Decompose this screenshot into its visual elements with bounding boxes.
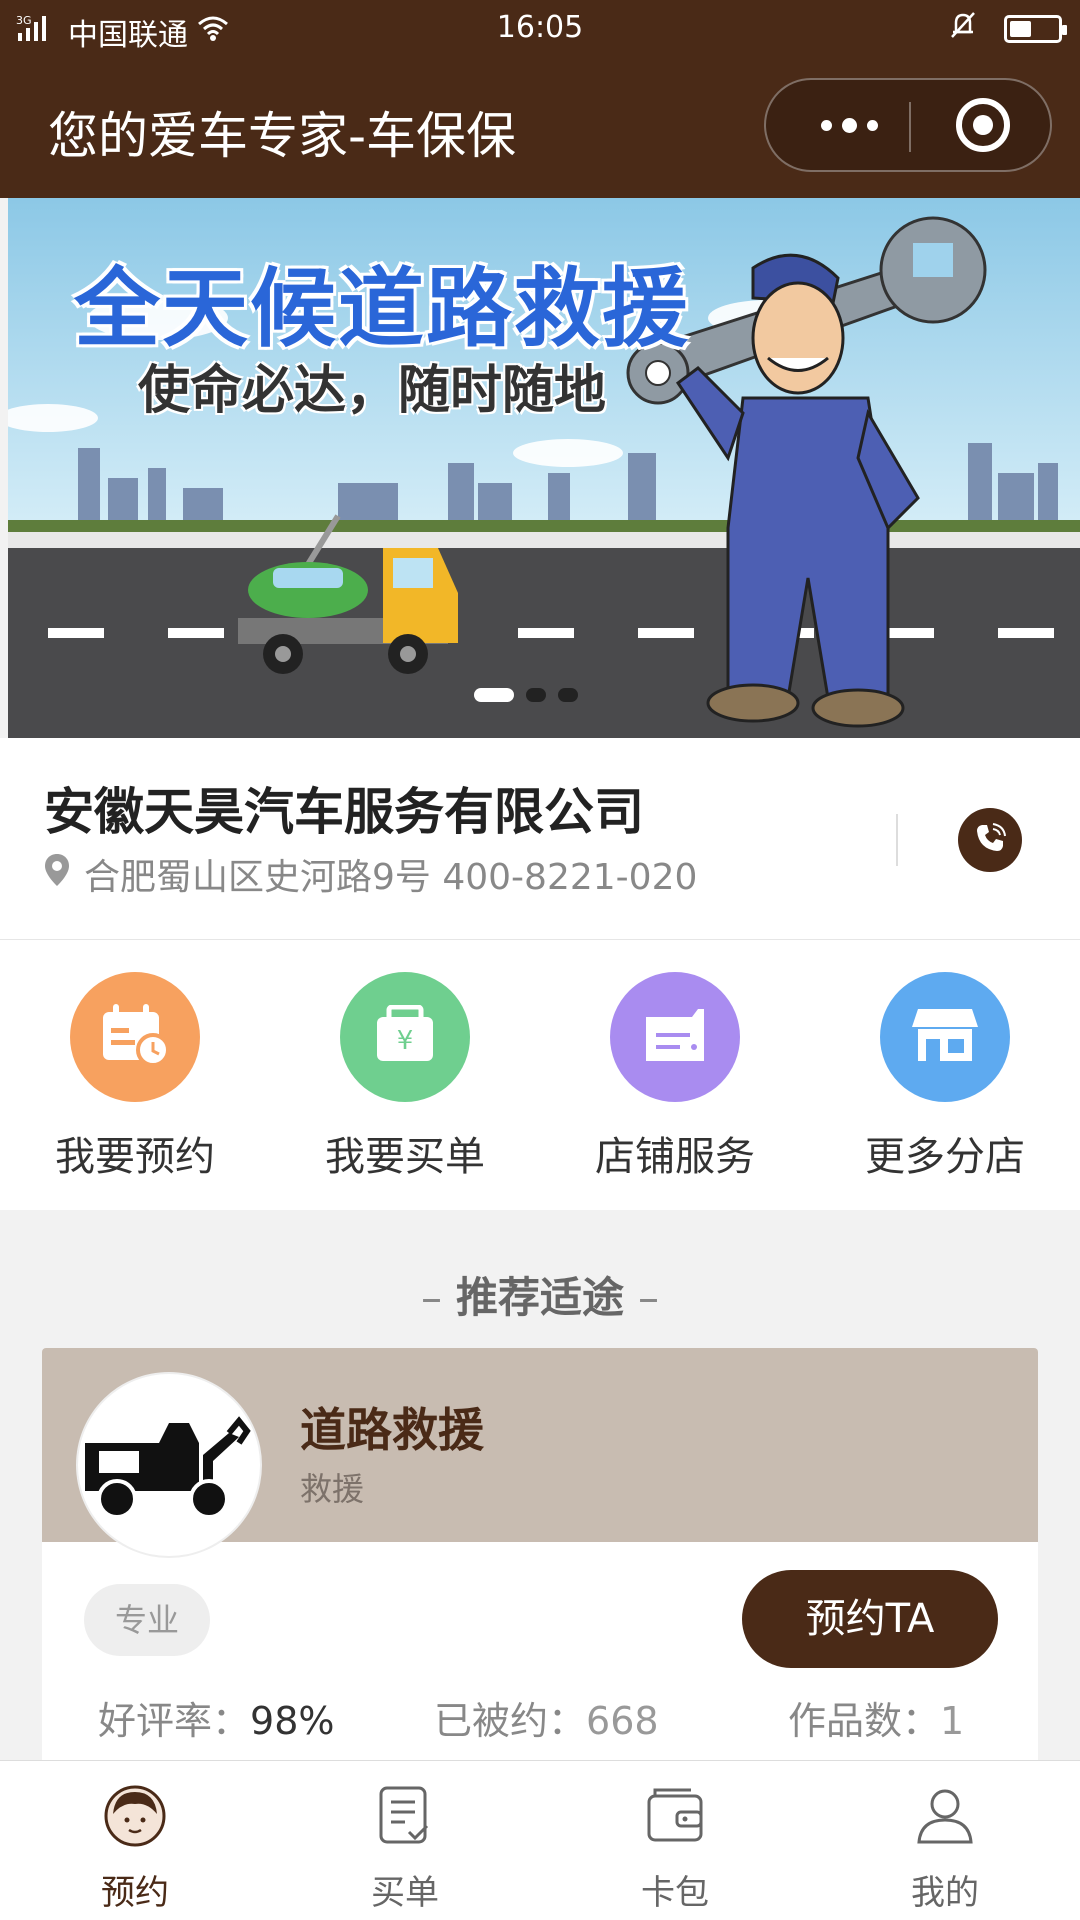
tab-wallet[interactable]: 卡包 [540,1781,810,1914]
service-stats: 好评率：98% 已被约：668 作品数：1 [42,1690,1038,1750]
banner-subline: 使命必达，随时随地 [138,361,607,421]
wallet-yuan-icon: ¥ [373,1004,437,1069]
menu-item-booking[interactable]: 我要预约 [0,972,270,1182]
storefront-icon [910,1005,980,1069]
quick-menu: 我要预约 ¥ 我要买单 店铺服务 更多分店 [0,940,1080,1210]
service-card-header: 道路救援 救援 [42,1348,1038,1556]
close-target-icon[interactable] [956,98,1010,152]
location-pin-icon [44,853,70,896]
store-name: 安徽天昊汽车服务有限公司 [44,783,644,841]
folder-card-icon [642,1007,708,1067]
more-dot-icon [866,119,878,131]
mini-program-capsule [764,78,1052,172]
carousel-dot[interactable] [558,688,578,702]
tab-label: 我的 [911,1873,979,1913]
menu-icon-circle [70,972,200,1102]
tab-pay[interactable]: 买单 [270,1781,540,1914]
carousel-indicator [474,688,578,702]
works-value: 1 [940,1699,965,1743]
service-avatar [78,1374,260,1556]
store-address-row[interactable]: 合肥蜀山区史河路9号 400-8221-020 [44,848,697,900]
title-dash: – [638,1273,659,1322]
menu-icon-circle: ¥ [340,972,470,1102]
more-dot-icon [841,117,857,133]
top-header: 3G 中国联通 16:05 您的爱车专家-车保保 [0,0,1080,198]
booked-stat: 已被约：668 [434,1690,659,1745]
tab-profile[interactable]: 我的 [810,1781,1080,1914]
menu-icon-circle [610,972,740,1102]
tow-truck-icon [79,1403,259,1527]
menu-item-services[interactable]: 店铺服务 [540,972,810,1182]
store-divider [896,814,898,866]
section-title: – 推荐适途 – [0,1264,1080,1325]
works-label: 作品数： [788,1699,941,1743]
menu-label: 店铺服务 [595,1134,755,1180]
menu-item-branches[interactable]: 更多分店 [810,972,1080,1182]
rating-label: 好评率： [98,1699,251,1743]
booked-label: 已被约： [434,1699,587,1743]
promo-banner[interactable]: 全天候道路救援 使命必达，随时随地 [8,198,1080,738]
menu-icon-circle [880,972,1010,1102]
book-button[interactable]: 预约TA [742,1570,998,1668]
tab-label: 买单 [371,1873,439,1913]
card-wallet-icon [640,1781,710,1851]
status-time: 16:05 [496,10,584,45]
more-dot-icon [820,119,832,131]
capsule-divider [909,102,911,152]
works-stat: 作品数：1 [788,1690,964,1745]
tab-booking[interactable]: 预约 [0,1781,270,1914]
avatar-icon [100,1781,170,1851]
phone-icon [973,821,1007,859]
battery-level [1010,21,1031,37]
menu-label: 我要预约 [55,1134,215,1180]
carousel-dot[interactable] [526,688,546,702]
mute-bell-icon [948,10,978,48]
tab-label: 卡包 [641,1873,709,1913]
banner-headline: 全天候道路救援 [74,259,690,359]
calendar-clock-icon [99,1002,171,1072]
bill-icon [370,1781,440,1851]
page-title: 您的爱车专家-车保保 [48,107,517,165]
more-menu-button[interactable] [794,80,904,170]
bottom-tab-bar: 预约 买单 卡包 我的 [0,1760,1080,1920]
service-card[interactable]: 道路救援 救援 专业 预约TA 好评率：98% 已被约：668 作品数：1 [42,1348,1038,1768]
rating-value: 98% [250,1699,335,1743]
carousel-dot[interactable] [474,688,514,702]
call-button[interactable] [958,808,1022,872]
rating-stat: 好评率：98% [98,1690,334,1745]
title-dash: – [420,1273,442,1322]
menu-label: 我要买单 [325,1134,485,1180]
battery-icon [1004,15,1067,43]
section-title-text: 推荐适途 [455,1273,624,1322]
tab-label: 预约 [101,1873,169,1913]
svg-text:¥: ¥ [397,1026,414,1056]
service-tag: 专业 [84,1584,210,1656]
store-address: 合肥蜀山区史河路9号 400-8221-020 [84,857,698,898]
status-bar: 3G 中国联通 16:05 [0,0,1080,60]
service-subtitle: 救援 [300,1470,365,1508]
booked-value: 668 [586,1699,659,1743]
menu-item-pay[interactable]: ¥ 我要买单 [270,972,540,1182]
service-title: 道路救援 [300,1403,484,1457]
user-icon [910,1781,980,1851]
store-info: 安徽天昊汽车服务有限公司 合肥蜀山区史河路9号 400-8221-020 [0,738,1080,940]
menu-label: 更多分店 [865,1134,1025,1180]
status-right [948,10,1067,48]
